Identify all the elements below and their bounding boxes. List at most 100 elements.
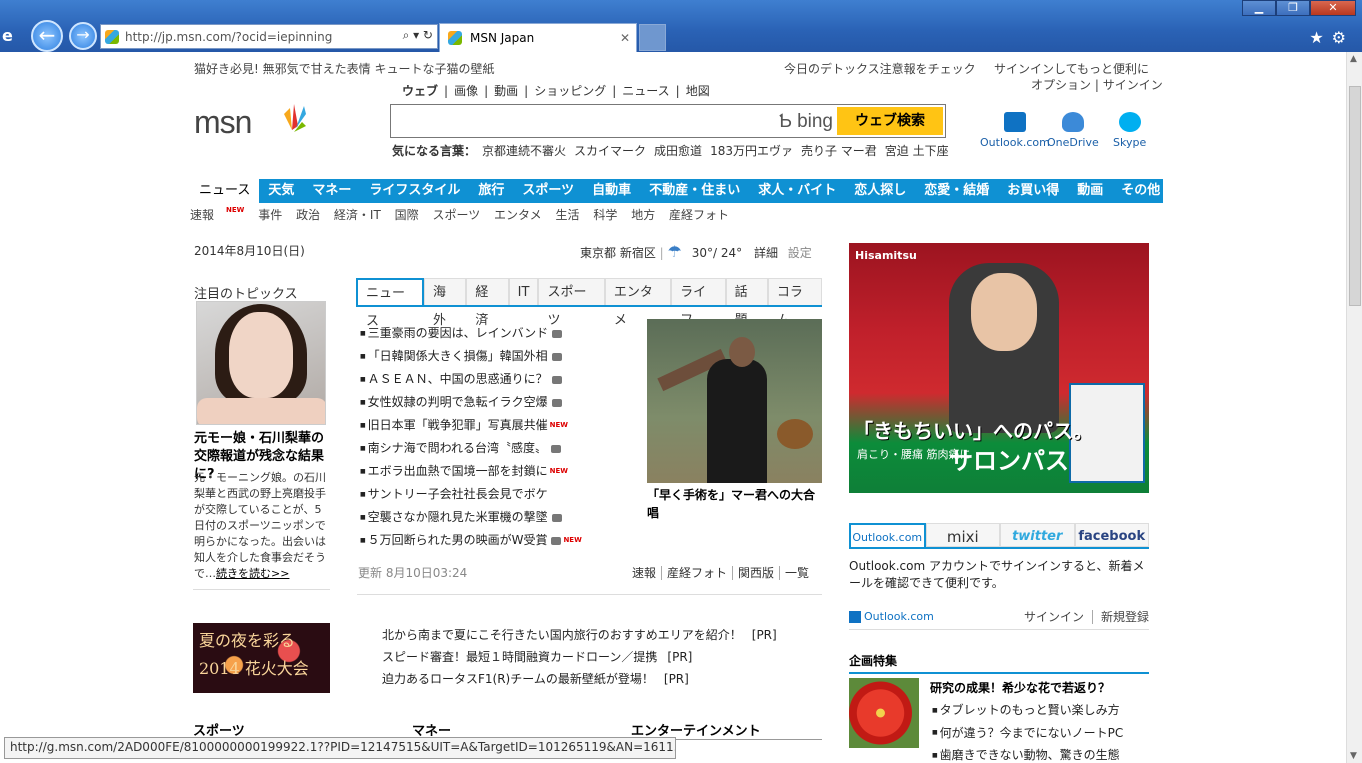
search-tab-video[interactable]: 動画 [494, 84, 518, 98]
news-photo[interactable] [647, 319, 822, 483]
favorites-star-icon[interactable]: ★ [1309, 28, 1331, 47]
social-tab-mixi[interactable]: mixi [925, 523, 1000, 547]
pr-item[interactable]: 北から南まで夏にこそ行きたい国内旅行のおすすめエリアを紹介！ [PR] [382, 624, 777, 646]
subcat-item[interactable]: 経済・IT [334, 208, 381, 222]
service-onedrive[interactable]: OneDrive [1047, 112, 1099, 149]
weather-location[interactable]: 東京都 新宿区 [580, 246, 656, 260]
subcat-item[interactable]: スポーツ [432, 208, 480, 222]
news-tab-sports[interactable]: スポーツ [538, 278, 605, 328]
cat-realestate[interactable]: 不動産・住まい [640, 179, 749, 203]
news-item[interactable]: ＡＳＥＡＮ、中国の思惑通りに？ [360, 368, 582, 391]
search-tab-shopping[interactable]: ショッピング [534, 84, 606, 98]
news-tab-it[interactable]: IT [508, 278, 539, 305]
scroll-up-icon[interactable]: ▲ [1350, 54, 1357, 64]
favorites-tools-icons[interactable]: ★⚙ [1309, 28, 1354, 47]
new-tab-button[interactable] [639, 24, 666, 51]
promo-link-kitten[interactable]: 猫好き必見! 無邪気で甘えた表情 キュートな子猫の壁紙 [194, 60, 494, 77]
browser-tab[interactable]: MSN Japan ✕ [439, 23, 637, 52]
signin-link[interactable]: サインイン [1103, 78, 1163, 92]
news-item[interactable]: 空襲さなか隠れ見た米軍機の撃墜 [360, 506, 582, 529]
featured-photo[interactable] [196, 301, 326, 425]
cat-travel[interactable]: 旅行 [469, 179, 513, 203]
options-link[interactable]: オプション [1031, 78, 1091, 92]
cat-other[interactable]: その他 [1112, 179, 1169, 203]
minimize-button[interactable]: ▁ [1242, 0, 1276, 16]
cat-deals[interactable]: お買い得 [998, 179, 1068, 203]
pr-item[interactable]: スピード審査！最短１時間融資カードローン／提携 [PR] [382, 646, 777, 668]
news-item[interactable]: 南シナ海で問われる台湾〝感度〟 [360, 437, 582, 460]
cat-dating[interactable]: 恋人探し [845, 179, 915, 203]
search-input[interactable]: Ƅ bing ウェブ検索 [390, 104, 946, 138]
news-tab-life[interactable]: ライフ [671, 278, 726, 328]
vertical-scrollbar[interactable]: ▲ ▼ [1346, 52, 1362, 763]
news-tab-topics[interactable]: 話題 [725, 278, 768, 328]
search-dropdown-refresh-icon[interactable]: ⌕ ▾ ↻ [403, 28, 433, 43]
settings-gear-icon[interactable]: ⚙ [1332, 28, 1354, 47]
tab-close-icon[interactable]: ✕ [620, 31, 630, 45]
back-button[interactable]: ← [31, 20, 63, 52]
quick-link[interactable]: 産経フォト [661, 566, 733, 580]
news-item[interactable]: サントリー子会社社長会見でボケ [360, 483, 582, 506]
address-bar[interactable]: http://jp.msn.com/?ocid=iepinning ⌕ ▾ ↻ [100, 24, 438, 49]
news-item[interactable]: 旧日本軍「戦争犯罪」写真展共催NEW [360, 414, 582, 437]
scroll-down-icon[interactable]: ▼ [1350, 751, 1357, 761]
cat-marriage[interactable]: 恋愛・結婚 [915, 179, 998, 203]
cat-money[interactable]: マネー [303, 179, 360, 203]
news-item[interactable]: エボラ出血熱で国境一部を封鎖にNEW [360, 460, 582, 483]
weather-detail-link[interactable]: 詳細 [754, 246, 778, 260]
subcat-item[interactable]: 政治 [296, 208, 320, 222]
search-tab-news[interactable]: ニュース [622, 84, 669, 98]
cat-lifestyle[interactable]: ライフスタイル [360, 179, 469, 203]
forward-button[interactable]: → [69, 22, 97, 50]
cat-jobs[interactable]: 求人・バイト [749, 179, 845, 203]
subcat-item[interactable]: 国際 [395, 208, 419, 222]
web-search-button[interactable]: ウェブ検索 [837, 107, 943, 135]
trending-word[interactable]: 183万円エヴァ [710, 144, 793, 158]
trending-word[interactable]: 成田愈道 [654, 144, 702, 158]
subcat-item[interactable]: 生活 [556, 208, 580, 222]
msn-logo[interactable]: msn [194, 104, 252, 141]
close-window-button[interactable]: ✕ [1310, 0, 1356, 16]
cat-sports[interactable]: スポーツ [513, 179, 583, 203]
subcat-item[interactable]: 科学 [593, 208, 617, 222]
cat-video[interactable]: 動画 [1068, 179, 1112, 203]
news-tab-news[interactable]: ニュース [356, 278, 425, 329]
pr-item[interactable]: 迫力あるロータスF1(R)チームの最新壁紙が登場！ [PR] [382, 668, 777, 690]
social-tab-facebook[interactable]: facebook [1074, 523, 1149, 547]
subcat-item[interactable]: 産経フォト [669, 208, 729, 222]
weather-settings-link[interactable]: 設定 [788, 246, 812, 260]
flower-photo[interactable] [849, 678, 919, 748]
news-photo-caption[interactable]: 「早く手術を」マー君への大合唱 [647, 486, 822, 522]
maximize-button[interactable]: ❐ [1276, 0, 1310, 16]
news-item[interactable]: 「日韓関係大きく損傷」韓国外相 [360, 345, 582, 368]
salonpas-ad[interactable]: Hisamitsu 「きもちいい」へのパス。 肩こり・腰痛 筋肉痛に サロンパス [849, 243, 1149, 493]
search-tab-web[interactable]: ウェブ [402, 84, 438, 98]
cat-autos[interactable]: 自動車 [583, 179, 640, 203]
outlook-register-link[interactable]: 新規登録 [1091, 610, 1149, 624]
subcat-breaking[interactable]: 速報 NEW [190, 206, 244, 222]
search-tab-images[interactable]: 画像 [454, 84, 478, 98]
news-tab-column[interactable]: コラム [767, 278, 822, 328]
trending-word[interactable]: 宮迫 土下座 [885, 144, 949, 158]
service-skype[interactable]: Skype [1113, 112, 1146, 149]
cat-news[interactable]: ニュース [190, 179, 260, 203]
feature-special-title[interactable]: 研究の成果！希少な花で若返り？ [930, 679, 1110, 696]
service-outlook[interactable]: Outlook.com [980, 112, 1050, 149]
trending-word[interactable]: 売り子 マー君 [801, 144, 877, 158]
news-tab-world[interactable]: 海外 [424, 278, 467, 328]
subcat-item[interactable]: 地方 [631, 208, 655, 222]
scroll-thumb[interactable] [1349, 86, 1361, 306]
quick-link[interactable]: 関西版 [732, 566, 780, 580]
list-item[interactable]: タブレットのもっと賢い楽しみ方 [932, 699, 1123, 722]
quick-link[interactable]: 一覧 [779, 566, 815, 580]
read-more-link[interactable]: 続きを読む>> [216, 567, 289, 580]
quick-link[interactable]: 速報 [627, 566, 661, 580]
list-item[interactable]: 歯磨きできない動物、驚きの生態 [932, 744, 1123, 763]
fireworks-banner[interactable]: 夏の夜を彩る 2014 花火大会 [193, 623, 330, 693]
social-tab-twitter[interactable]: twitter [1000, 523, 1075, 547]
outlook-signin-link[interactable]: サインイン [1016, 610, 1092, 624]
news-item[interactable]: 三重豪雨の要因は、レインバンド [360, 322, 582, 345]
promo-link-detox[interactable]: 今日のデトックス注意報をチェック [784, 60, 976, 77]
trending-word[interactable]: 京都連続不審火 [482, 144, 566, 158]
signin-promo[interactable]: サインインしてもっと便利に [994, 60, 1149, 77]
